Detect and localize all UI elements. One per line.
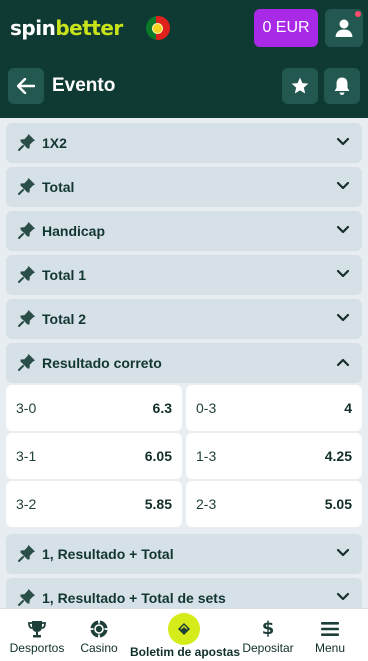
nav-label: Menu: [314, 641, 346, 655]
pin-icon[interactable]: [18, 177, 36, 195]
score-label: 3-2: [16, 496, 37, 512]
bottom-nav: Desportos Casino Boletim de apostas $ De…: [0, 608, 368, 661]
market-label: Total 1: [42, 267, 87, 283]
notification-dot: [355, 11, 361, 17]
ticket-icon: [178, 623, 190, 635]
user-icon: [335, 19, 353, 37]
page-title: Evento: [52, 75, 116, 96]
score-label: 3-0: [16, 400, 37, 416]
score-label: 1-3: [196, 448, 217, 464]
chevron-down-icon: [336, 181, 350, 190]
market-label: Total: [42, 179, 75, 195]
nav-casino[interactable]: Casino: [72, 609, 126, 661]
nav-label: Depositar: [242, 641, 294, 655]
chevron-down-icon: [336, 548, 350, 557]
market-total-2[interactable]: Total 2: [6, 299, 362, 339]
market-resultado-correto[interactable]: Resultado correto: [6, 343, 362, 383]
chevron-down-icon: [336, 269, 350, 278]
notifications-button[interactable]: [324, 68, 360, 104]
chevron-down-icon: [336, 592, 350, 601]
market-total-1[interactable]: Total 1: [6, 255, 362, 295]
market-label: Total 2: [42, 311, 87, 327]
odds-button[interactable]: 1-3 4.25: [186, 433, 362, 479]
pin-icon[interactable]: [18, 133, 36, 151]
odds-button[interactable]: 2-3 5.05: [186, 481, 362, 527]
odds-button[interactable]: 3-0 6.3: [6, 385, 182, 431]
top-bar: spinbetter 0 EUR: [0, 0, 368, 58]
casino-chip-icon: [90, 620, 108, 638]
odd-value: 6.3: [152, 400, 172, 416]
pin-icon[interactable]: [18, 544, 36, 562]
arrow-left-icon: [17, 78, 35, 94]
betslip-badge: [168, 613, 200, 645]
score-label: 3-1: [16, 448, 37, 464]
market-total[interactable]: Total: [6, 167, 362, 207]
odd-value: 4: [344, 400, 352, 416]
star-icon: [291, 77, 309, 94]
pin-icon[interactable]: [18, 309, 36, 327]
odd-value: 4.25: [324, 448, 352, 464]
trophy-icon: [28, 621, 46, 638]
nav-label: Desportos: [9, 641, 65, 655]
markets-list: 1X2 Total Handicap Total 1 Total 2 Resul…: [0, 118, 368, 608]
score-label: 0-3: [196, 400, 217, 416]
market-label: 1, Resultado + Total de sets: [42, 590, 226, 606]
logo-text-better: better: [55, 16, 123, 40]
nav-label: Casino: [80, 641, 118, 655]
favorite-button[interactable]: [282, 68, 318, 104]
chevron-up-icon: [336, 358, 350, 367]
market-label: Handicap: [42, 223, 106, 239]
odd-value: 5.05: [324, 496, 352, 512]
market-label: Resultado correto: [42, 355, 162, 371]
nav-label: Boletim de apostas: [130, 645, 241, 659]
odd-value: 5.85: [144, 496, 172, 512]
odds-button[interactable]: 3-1 6.05: [6, 433, 182, 479]
hamburger-menu-icon: [321, 622, 339, 636]
market-handicap[interactable]: Handicap: [6, 211, 362, 251]
market-resultado-total-sets[interactable]: 1, Resultado + Total de sets: [6, 578, 362, 608]
nav-deposit[interactable]: $ Depositar: [240, 609, 296, 661]
pin-icon[interactable]: [18, 265, 36, 283]
pin-icon[interactable]: [18, 588, 36, 606]
market-label: 1X2: [42, 135, 67, 151]
logo-text-spin: spin: [10, 16, 56, 40]
odds-button[interactable]: 3-2 5.85: [6, 481, 182, 527]
spinbetter-logo[interactable]: spinbetter: [10, 16, 123, 40]
back-button[interactable]: [8, 68, 44, 104]
balance-button[interactable]: 0 EUR: [254, 9, 318, 47]
event-header: Evento: [0, 58, 368, 118]
nav-betslip[interactable]: Boletim de apostas: [130, 609, 241, 661]
market-1x2[interactable]: 1X2: [6, 123, 362, 163]
nav-menu[interactable]: Menu: [306, 609, 354, 661]
chevron-down-icon: [336, 225, 350, 234]
score-label: 2-3: [196, 496, 217, 512]
odds-button[interactable]: 0-3 4: [186, 385, 362, 431]
odd-value: 6.05: [144, 448, 172, 464]
dollar-icon: $: [261, 618, 275, 639]
chevron-down-icon: [336, 137, 350, 146]
market-resultado-total[interactable]: 1, Resultado + Total: [6, 534, 362, 574]
chevron-down-icon: [336, 313, 350, 322]
pin-icon[interactable]: [18, 353, 36, 371]
pin-icon[interactable]: [18, 221, 36, 239]
bell-icon: [334, 77, 350, 95]
account-button[interactable]: [325, 9, 363, 47]
market-label: 1, Resultado + Total: [42, 546, 174, 562]
nav-sports[interactable]: Desportos: [6, 609, 68, 661]
portugal-flag-icon[interactable]: [146, 16, 170, 40]
